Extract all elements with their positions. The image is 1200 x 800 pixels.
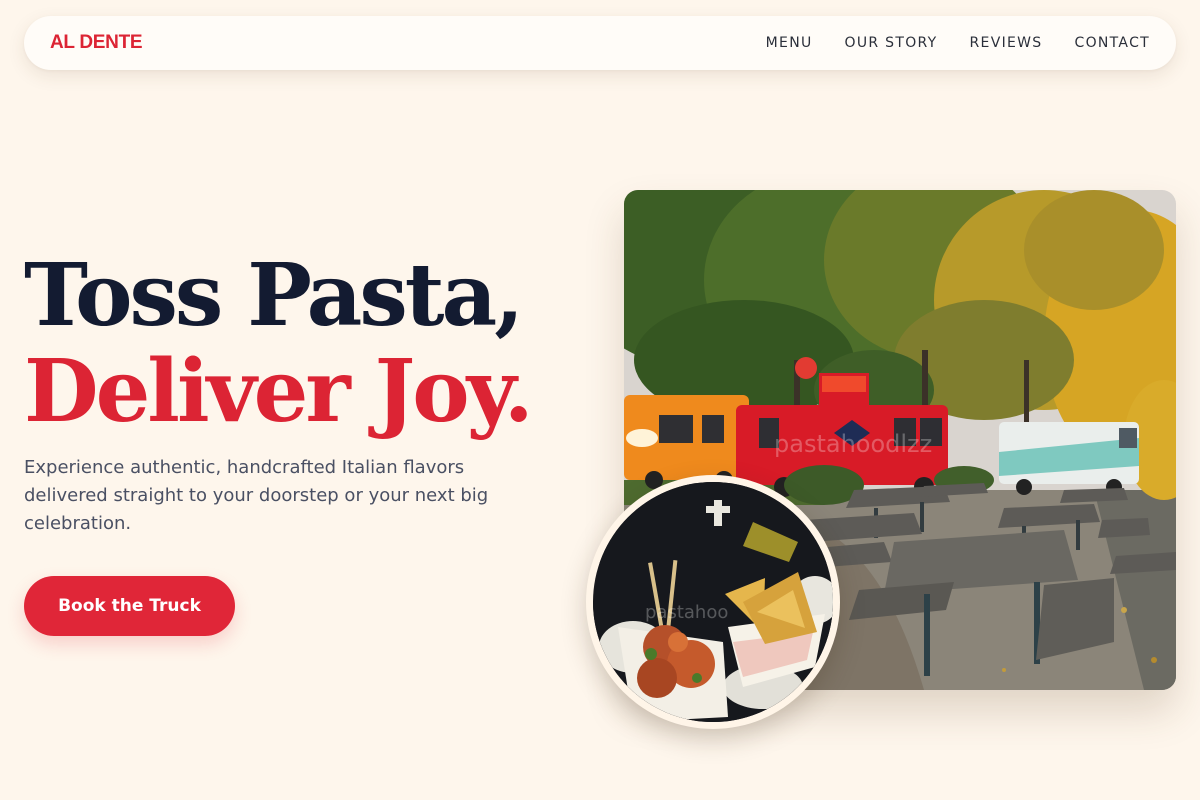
svg-text:pastahoo: pastahoo <box>645 602 728 623</box>
nav-link-menu[interactable]: MENU <box>766 35 813 51</box>
svg-text:pastahoodlzz: pastahoodlzz <box>774 430 932 458</box>
landing-page: AL DENTE MENU OUR STORY REVIEWS CONTACT … <box>0 0 1200 800</box>
nav-link-reviews[interactable]: REVIEWS <box>970 35 1043 51</box>
nav-link-our-story[interactable]: OUR STORY <box>845 35 938 51</box>
hero-subtitle: Experience authentic, handcrafted Italia… <box>24 457 489 534</box>
food-closeup-photo: pastahoo <box>586 475 840 729</box>
nav-links: MENU OUR STORY REVIEWS CONTACT <box>766 35 1150 51</box>
headline-line-2: Deliver Joy. <box>24 341 534 442</box>
brand-logo[interactable]: AL DENTE <box>50 32 143 54</box>
food-closeup-image: pastahoo <box>593 482 833 722</box>
book-truck-button[interactable]: Book the Truck <box>24 576 235 636</box>
hero-text: Toss Pasta, Deliver Joy. Experience auth… <box>24 248 584 538</box>
headline-line-1: Toss Pasta, <box>24 245 524 346</box>
hero-headline: Toss Pasta, Deliver Joy. <box>24 248 584 440</box>
nav-link-contact[interactable]: CONTACT <box>1075 35 1151 51</box>
navbar: AL DENTE MENU OUR STORY REVIEWS CONTACT <box>24 16 1176 70</box>
